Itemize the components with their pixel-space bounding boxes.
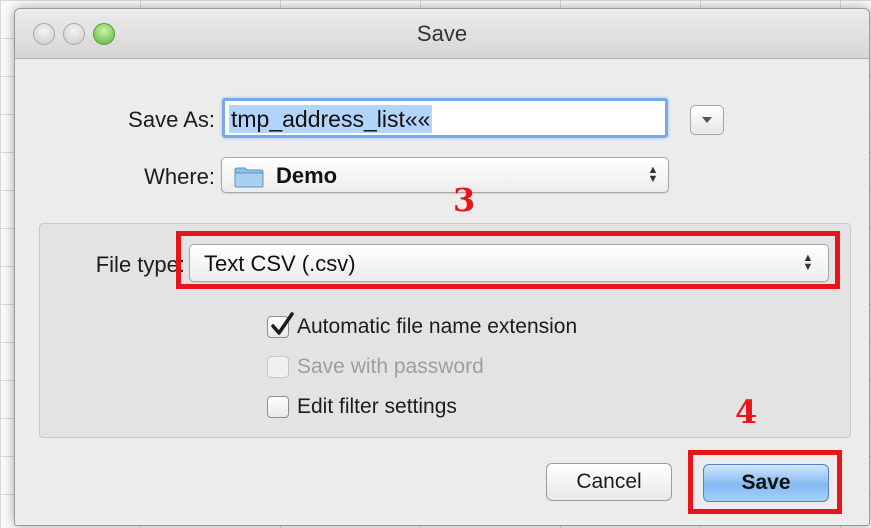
file-type-value: Text CSV (.csv) (204, 251, 356, 276)
password-option: Save with password (267, 355, 484, 379)
save-as-value: tmp_address_list«« (229, 105, 433, 133)
cancel-button[interactable]: Cancel (546, 463, 672, 501)
password-label: Save with password (297, 355, 484, 378)
file-type-label: File type: (95, 252, 185, 277)
annotation-step-3: 3 (453, 181, 476, 219)
save-as-label: Save As: (128, 107, 215, 132)
filter-settings-label: Edit filter settings (297, 395, 457, 418)
auto-extension-label: Automatic file name extension (297, 315, 578, 338)
annotation-step-4: 4 (735, 393, 758, 431)
folder-icon (234, 167, 264, 188)
stepper-icon: ▲ ▼ (802, 252, 814, 273)
file-type-popup[interactable]: Text CSV (.csv) ▲ ▼ (189, 244, 829, 282)
chevron-down-icon (702, 117, 712, 123)
auto-extension-option[interactable]: Automatic file name extension (267, 312, 578, 339)
save-as-input[interactable]: tmp_address_list«« (222, 98, 668, 138)
auto-extension-checkbox[interactable] (267, 312, 294, 338)
where-label: Where: (144, 164, 215, 189)
stepper-icon: ▲ ▼ (647, 164, 659, 185)
filter-settings-checkbox[interactable] (267, 396, 289, 418)
where-popup[interactable]: Demo ▲ ▼ (221, 157, 669, 193)
password-checkbox (267, 356, 289, 378)
save-button[interactable]: Save (703, 464, 829, 502)
expand-dialog-button[interactable] (690, 105, 724, 135)
filter-settings-option[interactable]: Edit filter settings (267, 395, 457, 419)
where-value: Demo (276, 163, 338, 188)
checkmark-icon (271, 312, 294, 335)
save-dialog: Save Save As: tmp_address_list«« Where: … (14, 8, 870, 526)
window-title: Save (416, 21, 468, 46)
title-bar: Save (15, 9, 869, 59)
